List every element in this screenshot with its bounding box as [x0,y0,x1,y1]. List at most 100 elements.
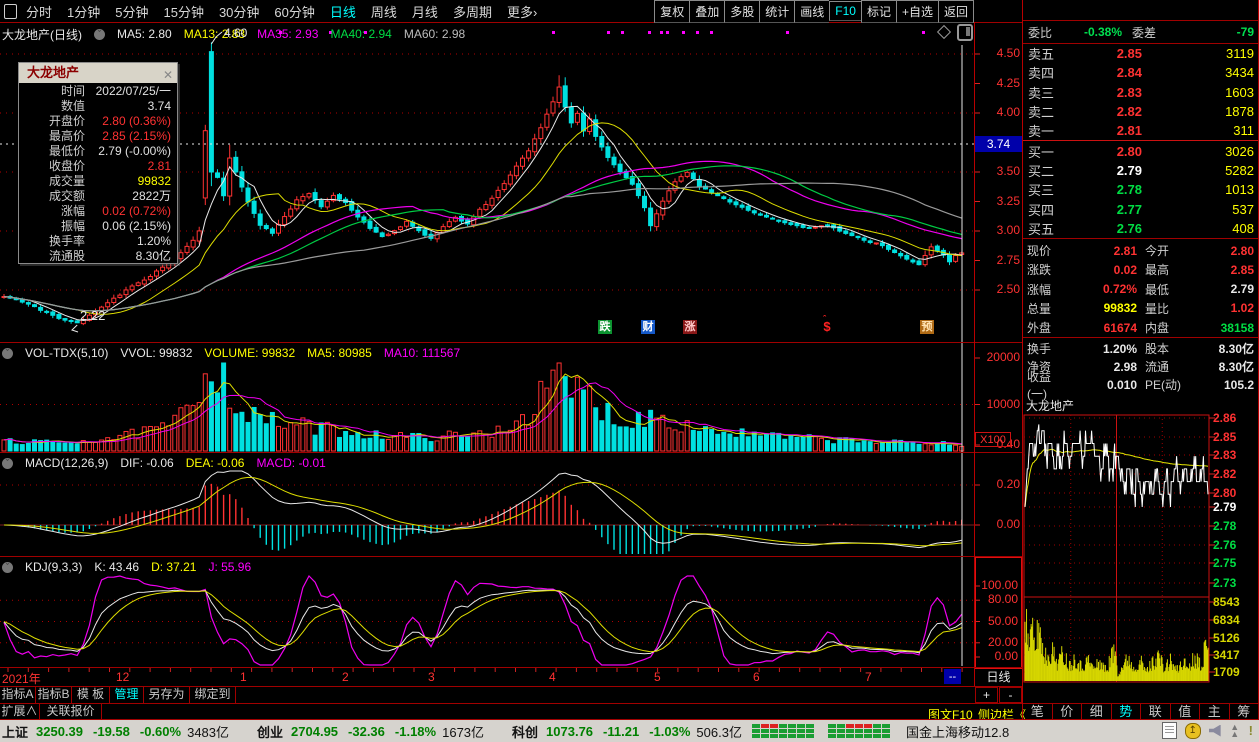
bottom-tab[interactable]: 关联报价 [40,704,102,720]
order-book-row[interactable]: 卖四2.843434 [1023,63,1258,82]
order-level-label: 卖二 [1023,102,1072,121]
tooltip-title[interactable]: 大龙地产 ✕ [19,63,177,83]
heat-cell [828,724,836,728]
collapse-icon[interactable]: ˇ [2,562,13,573]
order-book-row[interactable]: 买三2.781013 [1023,180,1258,199]
order-price: 2.82 [1072,104,1142,119]
detail-value: 0.010 [1065,378,1137,392]
volume-axis-label: 10000 [978,397,1020,411]
tool-button[interactable]: 叠加 [689,0,724,23]
index-amount: 3483亿 [187,722,229,741]
bottom-tab[interactable]: 管理 [110,687,144,703]
quote-tab[interactable]: 值 [1171,704,1201,720]
detail-row: 总量99832量比1.02 [1023,299,1258,318]
quote-tab[interactable]: 价 [1053,704,1083,720]
event-marker[interactable]: 跌 [598,320,612,334]
bottom-tab[interactable]: 指标B [36,687,72,703]
event-marker[interactable]: 涨 [683,320,697,334]
tool-button[interactable]: 多股 [724,0,759,23]
event-marker[interactable]: 预 [920,320,934,334]
heat-cell [779,724,787,728]
up-arrows-icon[interactable]: ▲ ▲ [1229,724,1241,738]
collapse-icon[interactable]: ˇ [94,29,105,40]
period-tab[interactable]: 60分钟 [274,2,314,21]
detail-row: 现价2.81今开2.80 [1023,241,1258,260]
collapse-icon[interactable]: ˇ [2,348,13,359]
heat-cell [770,724,778,728]
index-value[interactable]: 1073.76 [546,724,593,739]
order-book-row[interactable]: 卖二2.821878 [1023,102,1258,121]
period-tab[interactable]: 分时 [26,2,52,21]
index-name[interactable]: 上证 [2,722,28,741]
index-name[interactable]: 科创 [512,722,538,741]
kdj-scale-frame [975,557,1022,669]
collapse-icon[interactable]: ˇ [2,458,13,469]
period-tab[interactable]: 日线 [330,2,356,21]
mini-volume-label: 3417 [1213,648,1240,662]
alert-icon[interactable]: ! [1249,723,1253,738]
indicator-value: D: 37.21 [151,560,196,574]
bottom-tab[interactable]: 扩展∧ [0,704,40,720]
index-value[interactable]: 3250.39 [36,724,83,739]
document-icon[interactable] [1162,722,1177,739]
period-tab[interactable]: 15分钟 [163,2,203,21]
zoom-in-button[interactable]: + [975,687,998,703]
order-book-row[interactable]: 买四2.77537 [1023,199,1258,218]
period-tab[interactable]: 1分钟 [67,2,100,21]
bottom-tab[interactable]: 绑定到 [190,687,236,703]
heat-cell [761,724,769,728]
tool-button[interactable]: 标记 [861,0,896,23]
tooltip-value: 2.85 (2.15%) [85,129,177,143]
bottom-tab[interactable]: 另存为 [144,687,190,703]
period-tab[interactable]: 30分钟 [219,2,259,21]
order-book-row[interactable]: 买二2.795282 [1023,161,1258,180]
event-marker[interactable]: $ˆ [820,320,834,334]
period-tab[interactable]: 更多› [507,2,537,21]
tool-button[interactable]: 画线 [794,0,829,23]
quote-tab[interactable]: 势 [1112,704,1142,720]
extension-tabs: 扩展∧关联报价 [0,704,102,720]
quote-tab[interactable]: 筹 [1230,704,1259,720]
time-axis-label: 2021年 [2,670,41,687]
order-quantity: 1013 [1142,182,1258,197]
detail-label: 外盘 [1023,319,1065,336]
speaker-icon[interactable] [1209,725,1221,737]
period-tab[interactable]: 多周期 [453,2,492,21]
index-value[interactable]: 2704.95 [291,724,338,739]
order-book-row[interactable]: 买五2.76408 [1023,219,1258,238]
quote-tab[interactable]: 细 [1082,704,1112,720]
coin-icon[interactable]: ↥ [1185,723,1201,739]
period-tab[interactable]: 月线 [412,2,438,21]
quote-panel: 委比-0.38%委差-79卖五2.853119卖四2.843434卖三2.831… [1023,0,1258,393]
index-name[interactable]: 创业 [257,722,283,741]
data-tooltip-window: 大龙地产 ✕ 时间2022/07/25/一数值3.74开盘价2.80 (0.36… [18,62,178,264]
event-marker[interactable]: 财 [641,320,655,334]
order-book-row[interactable]: 卖三2.831603 [1023,83,1258,102]
tool-button[interactable]: 返回 [938,0,974,23]
collapse-panel-icon[interactable] [957,24,973,41]
tool-button[interactable]: F10 [829,1,861,21]
bottom-tab[interactable]: 模 板 [72,687,110,703]
zoom-out-button[interactable]: - [999,687,1022,703]
quote-tab[interactable]: 联 [1141,704,1171,720]
quote-tab[interactable]: 笔 [1023,704,1053,720]
order-book-row[interactable]: 卖五2.853119 [1023,44,1258,63]
close-icon[interactable]: ✕ [163,65,173,85]
period-tab[interactable]: 5分钟 [115,2,148,21]
window-icon[interactable] [4,4,17,19]
heat-cell [855,734,863,738]
broker-label[interactable]: 国金上海移动12.8 [906,722,1009,741]
tool-button[interactable]: 复权 [654,0,689,23]
quote-tab[interactable]: 主 [1200,704,1230,720]
order-book-row[interactable]: 卖一2.81311 [1023,121,1258,140]
tool-button[interactable]: 统计 [759,0,794,23]
period-tab[interactable]: 周线 [371,2,397,21]
detail-label: 总量 [1023,300,1065,317]
detail-value: 0.72% [1065,282,1137,296]
detail-label: 最高 [1137,261,1193,278]
order-book-row[interactable]: 买一2.803026 [1023,142,1258,161]
tooltip-value: 99832 [85,174,177,188]
bottom-tab[interactable]: 指标A [0,687,36,703]
doc-line [1165,732,1174,733]
tool-button[interactable]: +自选 [896,0,938,23]
